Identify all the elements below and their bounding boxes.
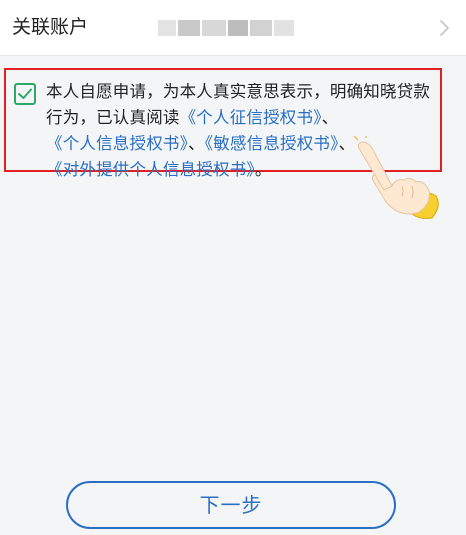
chevron-right-icon [440,20,449,36]
agreement-checkbox[interactable] [14,83,36,105]
linked-account-row[interactable]: 关联账户 [0,0,466,56]
pointing-hand-icon [353,136,439,219]
link-sensitive-info-authorization[interactable]: 《敏感信息授权书》 [205,134,339,153]
link-credit-authorization[interactable]: 《个人征信授权书》 [180,108,322,127]
next-step-button[interactable]: 下一步 [66,481,396,529]
masked-account-number [158,20,294,36]
link-external-sharing-authorization[interactable]: 《对外提供个人信息授权书》 [46,160,255,179]
linked-account-label: 关联账户 [12,16,89,38]
separator: 、 [321,108,339,127]
agreement-ending: 。 [254,160,272,179]
separator: 、 [188,134,205,153]
link-personal-info-authorization[interactable]: 《个人信息授权书》 [46,134,188,153]
checkbox-checked-icon [18,88,32,99]
